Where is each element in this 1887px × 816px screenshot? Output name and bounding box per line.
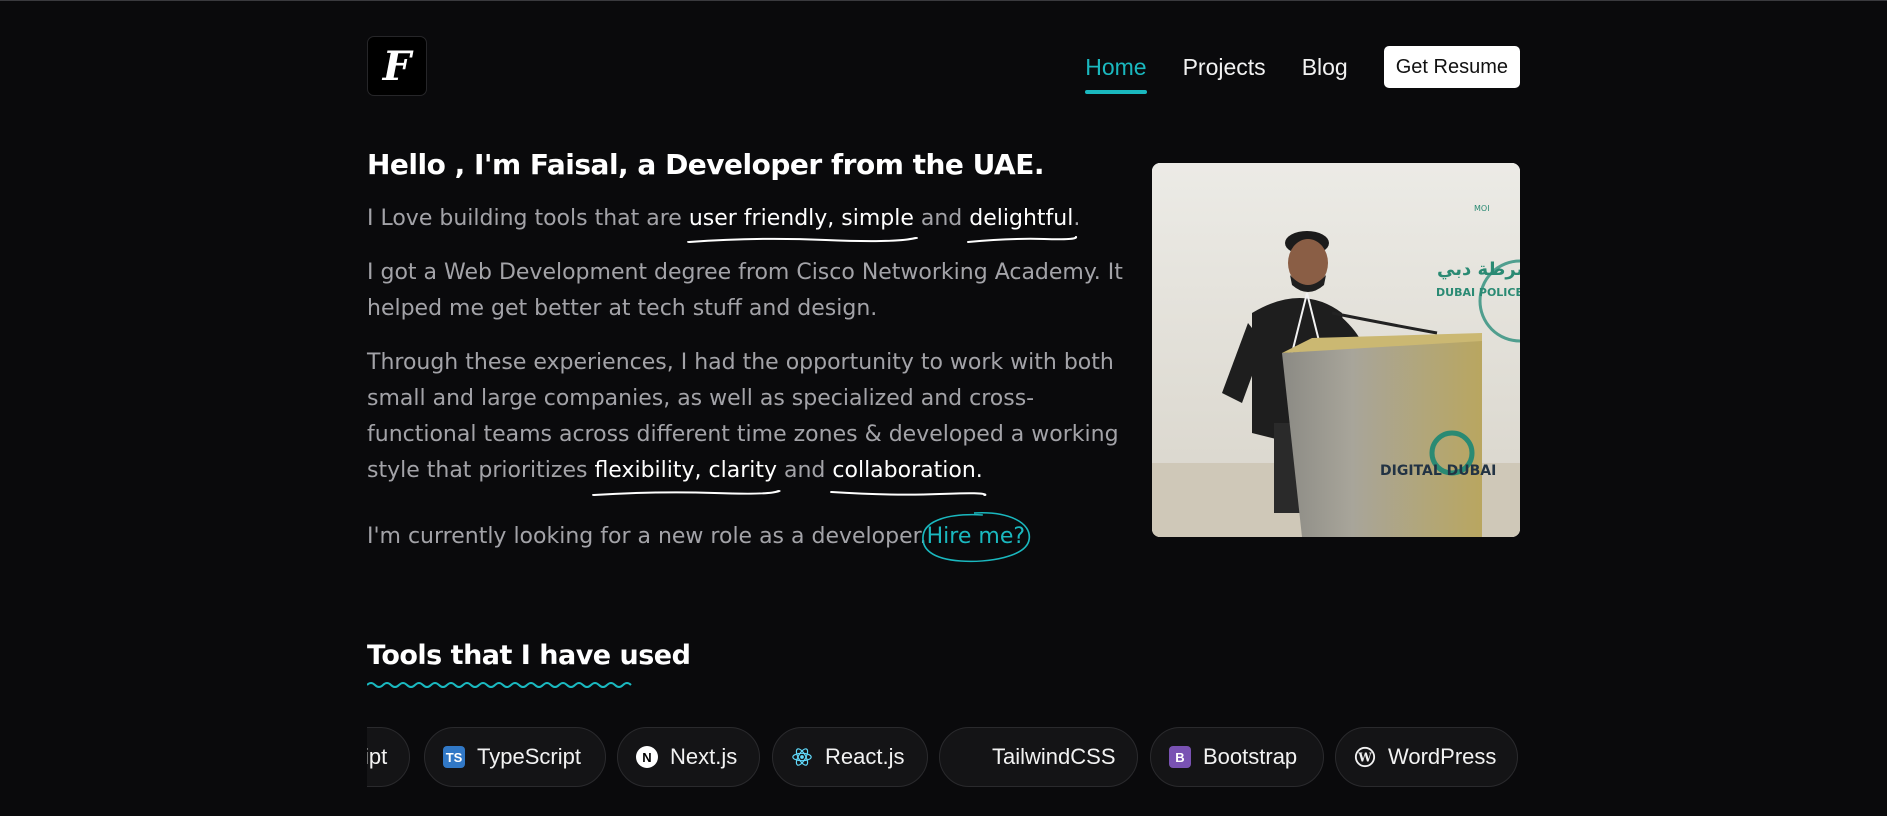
page-container: F Home Projects Blog Get Resume Hello , …: [367, 0, 1520, 816]
react-icon: [791, 746, 813, 768]
highlight-text: user friendly, simple: [688, 206, 914, 231]
intro-paragraph: I Love building tools that are user frie…: [367, 201, 1127, 243]
hire-me-link[interactable]: Hire me?: [921, 512, 1030, 563]
photo-caption-police: DUBAI POLICE: [1436, 286, 1520, 299]
education-paragraph: I got a Web Development degree from Cisc…: [367, 260, 1123, 321]
tool-chip-typescript[interactable]: TS TypeScript: [424, 727, 606, 787]
highlight-collaboration: collaboration.: [830, 453, 987, 496]
svg-text:شرطة دبي: شرطة دبي: [1437, 259, 1520, 280]
tool-label: Next.js: [670, 744, 738, 769]
tool-chip-javascript[interactable]: ipt: [367, 727, 410, 787]
tool-chip-nextjs[interactable]: N Next.js: [617, 727, 760, 787]
experience-connector: and: [777, 458, 833, 483]
highlight-text: flexibility, clarity: [594, 458, 778, 483]
tool-chip-react[interactable]: React.js: [772, 727, 928, 787]
highlight-user-friendly: user friendly, simple: [686, 201, 918, 243]
highlight-delightful: delightful: [967, 201, 1078, 243]
tool-label: Bootstrap: [1203, 744, 1298, 769]
nav-home[interactable]: Home: [1085, 54, 1147, 94]
availability-text: I'm currently looking for a new role as …: [367, 524, 927, 549]
main-nav: Home Projects Blog Get Resume: [1085, 46, 1520, 94]
availability-paragraph: I'm currently looking for a new role as …: [367, 512, 1127, 563]
intro-connector: and: [913, 206, 970, 231]
tool-label: TypeScript: [477, 744, 581, 769]
intro-text: I Love building tools that are: [367, 206, 689, 231]
tools-carousel[interactable]: ipt TS TypeScript N Next.js React.js Tai…: [367, 727, 1520, 789]
tool-chip-bootstrap[interactable]: B Bootstrap: [1150, 727, 1324, 787]
underline-scribble: [967, 236, 1078, 243]
svg-text:MOI: MOI: [1474, 204, 1490, 213]
bootstrap-icon: B: [1169, 746, 1191, 768]
tool-chip-wordpress[interactable]: W WordPress: [1335, 727, 1518, 787]
experience-paragraph: Through these experiences, I had the opp…: [367, 345, 1127, 496]
hero-headline: Hello , I'm Faisal, a Developer from the…: [367, 148, 1044, 181]
svg-text:W: W: [1357, 751, 1372, 765]
highlight-flexibility: flexibility, clarity: [592, 453, 782, 496]
tool-label: ipt: [367, 744, 388, 769]
wordpress-icon: W: [1354, 746, 1376, 768]
nextjs-icon: N: [636, 746, 658, 768]
profile-photo: شرطة دبي DUBAI POLICE MOI DIGITAL DUBAI: [1152, 163, 1520, 537]
site-logo[interactable]: F: [367, 36, 427, 96]
get-resume-button[interactable]: Get Resume: [1383, 46, 1520, 88]
tools-heading: Tools that I have used: [367, 640, 691, 671]
underline-scribble: [830, 491, 987, 496]
typescript-icon: TS: [443, 746, 465, 768]
tailwind-icon: [958, 746, 980, 768]
tool-chip-tailwind[interactable]: TailwindCSS: [939, 727, 1138, 787]
photo-illustration: شرطة دبي DUBAI POLICE MOI DIGITAL DUBAI: [1152, 163, 1520, 537]
underline-scribble: [686, 237, 918, 243]
intro-period: .: [1073, 206, 1081, 231]
hero-section: Hello , I'm Faisal, a Developer from the…: [367, 148, 1127, 573]
tools-squiggle-underline: [367, 682, 632, 688]
logo-letter: F: [382, 42, 412, 90]
nav-projects[interactable]: Projects: [1183, 54, 1266, 81]
nav-blog[interactable]: Blog: [1302, 54, 1348, 81]
hire-circle-scribble: [921, 512, 1030, 563]
tool-label: React.js: [825, 744, 905, 769]
photo-caption-digital: DIGITAL DUBAI: [1380, 463, 1496, 479]
highlight-text: collaboration.: [832, 458, 983, 483]
underline-scribble: [592, 490, 782, 496]
tool-label: TailwindCSS: [992, 744, 1116, 769]
tool-label: WordPress: [1388, 744, 1497, 769]
highlight-text: delightful: [969, 206, 1074, 231]
